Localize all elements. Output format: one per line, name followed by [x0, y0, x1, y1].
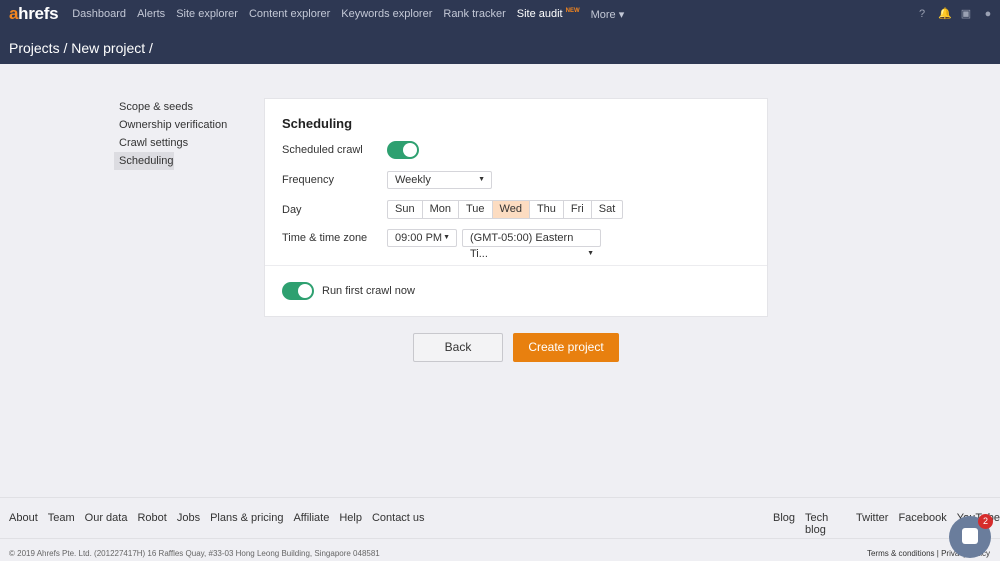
chat-badge: 2: [978, 514, 993, 529]
day-wed[interactable]: Wed: [492, 201, 530, 218]
breadcrumb: Projects / New project /: [9, 40, 153, 56]
nav-more[interactable]: More ▾: [591, 8, 625, 21]
time-select[interactable]: 09:00 PM: [387, 229, 457, 247]
footer-blog[interactable]: Blog: [773, 512, 795, 536]
day-fri[interactable]: Fri: [564, 201, 592, 218]
sidebar: Scope & seeds Ownership verification Cra…: [114, 98, 254, 170]
day-picker: Sun Mon Tue Wed Thu Fri Sat: [387, 200, 624, 219]
day-label: Day: [282, 203, 302, 216]
divider: [265, 265, 767, 266]
footer-twitter[interactable]: Twitter: [856, 512, 888, 536]
timezone-select[interactable]: (GMT-05:00) Eastern Ti...: [462, 229, 601, 262]
user-icon[interactable]: ●: [982, 8, 994, 20]
footer-pricing[interactable]: Plans & pricing: [210, 512, 283, 524]
inbox-icon[interactable]: ▣: [960, 8, 972, 20]
new-badge: NEW: [565, 8, 580, 14]
frequency-label: Frequency: [282, 174, 334, 186]
footer-jobs[interactable]: Jobs: [177, 512, 200, 524]
back-button[interactable]: Back: [413, 333, 503, 362]
scheduled-crawl-toggle[interactable]: [387, 141, 419, 159]
frequency-select[interactable]: Weekly: [387, 171, 492, 189]
footer-links-left: About Team Our data Robot Jobs Plans & p…: [9, 512, 425, 524]
ahrefs-logo[interactable]: ahrefs: [9, 4, 59, 24]
card-title: Scheduling: [282, 116, 353, 131]
time-label: Time & time zone: [282, 232, 368, 244]
scheduling-card: Scheduling Scheduled crawl Frequency Week…: [264, 98, 768, 317]
scheduled-crawl-label: Scheduled crawl: [282, 144, 363, 156]
nav-content-explorer[interactable]: Content explorer: [249, 8, 330, 20]
day-thu[interactable]: Thu: [530, 201, 564, 218]
nav-site-audit[interactable]: Site audit NEW: [517, 8, 580, 20]
sidebar-item-scope[interactable]: Scope & seeds: [114, 98, 254, 116]
nav-site-explorer[interactable]: Site explorer: [176, 8, 238, 20]
sidebar-item-crawl-settings[interactable]: Crawl settings: [114, 134, 254, 152]
create-project-button[interactable]: Create project: [513, 333, 619, 362]
sidebar-item-scheduling[interactable]: Scheduling: [114, 152, 174, 170]
terms-link[interactable]: Terms & conditions: [867, 549, 935, 558]
day-tue[interactable]: Tue: [459, 201, 493, 218]
footer-help[interactable]: Help: [339, 512, 362, 524]
footer-contact[interactable]: Contact us: [372, 512, 425, 524]
sidebar-item-ownership[interactable]: Ownership verification: [114, 116, 254, 134]
nav-alerts[interactable]: Alerts: [137, 8, 165, 20]
help-icon[interactable]: ?: [916, 8, 928, 20]
run-first-crawl-toggle[interactable]: [282, 282, 314, 300]
nav-keywords-explorer[interactable]: Keywords explorer: [341, 8, 432, 20]
day-sun[interactable]: Sun: [388, 201, 423, 218]
footer-about[interactable]: About: [9, 512, 38, 524]
footer-affiliate[interactable]: Affiliate: [293, 512, 329, 524]
footer-robot[interactable]: Robot: [137, 512, 166, 524]
nav-rank-tracker[interactable]: Rank tracker: [443, 8, 505, 20]
footer-tech-blog[interactable]: Tech blog: [805, 512, 846, 536]
run-first-crawl-label: Run first crawl now: [322, 285, 415, 297]
chat-icon: [962, 528, 978, 544]
footer-our-data[interactable]: Our data: [85, 512, 128, 524]
day-sat[interactable]: Sat: [592, 201, 623, 218]
footer-divider: [0, 497, 1000, 498]
bell-icon[interactable]: 🔔: [938, 8, 952, 20]
top-bar: ahrefs Dashboard Alerts Site explorer Co…: [0, 0, 1000, 64]
copyright: © 2019 Ahrefs Pte. Ltd. (201227417H) 16 …: [9, 549, 380, 558]
footer-facebook[interactable]: Facebook: [898, 512, 946, 536]
footer-team[interactable]: Team: [48, 512, 75, 524]
main-nav: ahrefs Dashboard Alerts Site explorer Co…: [0, 0, 1000, 28]
nav-dashboard[interactable]: Dashboard: [72, 8, 126, 20]
day-mon[interactable]: Mon: [423, 201, 459, 218]
footer-divider-2: [0, 538, 1000, 539]
